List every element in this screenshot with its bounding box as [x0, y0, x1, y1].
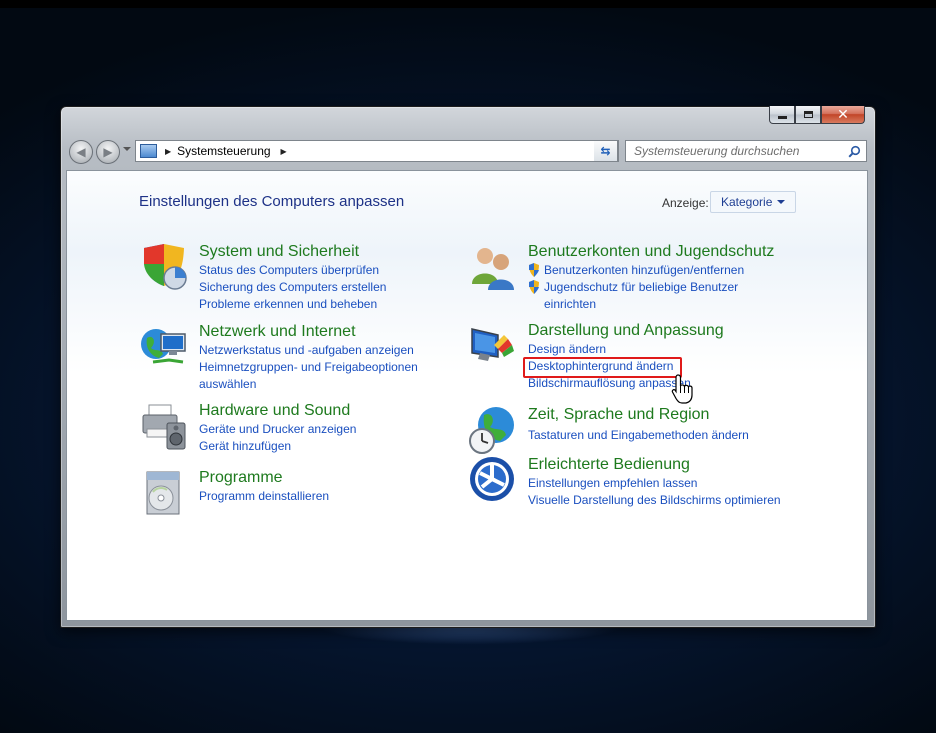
uac-shield-icon [529, 280, 539, 294]
link-heimnetzgruppen[interactable]: Heimnetzgruppen- und Freigabeoptionen [199, 359, 459, 376]
program-disc-icon[interactable] [139, 468, 189, 518]
category-body: Benutzerkonten und Jugendschutz Benutzer… [528, 242, 788, 313]
content-pane: Einstellungen des Computers anpassen Anz… [66, 170, 868, 621]
refresh-icon: ⇆ [600, 144, 611, 158]
uac-shield-icon [529, 263, 539, 277]
link-jugendschutz-cont[interactable]: einrichten [528, 296, 788, 313]
link-label: Benutzerkonten hinzufügen/entfernen [544, 263, 745, 277]
link-benutzerkonten-verwalten[interactable]: Benutzerkonten hinzufügen/entfernen [528, 262, 788, 279]
close-icon: ✕ [837, 106, 849, 123]
ease-of-access-icon[interactable] [468, 455, 518, 505]
category-title[interactable]: Programme [199, 468, 459, 488]
search-box[interactable] [625, 140, 867, 162]
category-body: System und Sicherheit Status des Compute… [199, 242, 459, 313]
users-icon[interactable] [468, 242, 518, 292]
link-desktophintergrund-aendern[interactable]: Desktophintergrund ändern [528, 358, 788, 375]
address-bar[interactable]: ▶ Systemsteuerung ▶ [135, 140, 619, 162]
view-mode-dropdown[interactable]: Kategorie [710, 191, 796, 213]
caption-buttons: ✕ [769, 106, 865, 124]
category-body: Hardware und Sound Geräte und Drucker an… [199, 401, 459, 455]
link-visuelle-darstellung[interactable]: Visuelle Darstellung des Bildschirms opt… [528, 492, 788, 509]
link-jugendschutz[interactable]: Jugendschutz für beliebige Benutzer [528, 279, 788, 296]
link-netzwerkstatus[interactable]: Netzwerkstatus und -aufgaben anzeigen [199, 342, 459, 359]
globe-clock-icon[interactable] [468, 405, 518, 455]
category-title[interactable]: Zeit, Sprache und Region [528, 405, 788, 425]
category-title[interactable]: System und Sicherheit [199, 242, 459, 262]
link-geraet-hinzufuegen[interactable]: Gerät hinzufügen [199, 438, 459, 455]
control-panel-window: ✕ ◀ ▶ ▶ Systemsteuerung ▶ ⇆ Einstellunge… [60, 106, 876, 628]
display-palette-icon[interactable] [468, 321, 518, 371]
breadcrumb-systemsteuerung[interactable]: Systemsteuerung [177, 144, 270, 158]
category-title[interactable]: Darstellung und Anpassung [528, 321, 788, 341]
printer-speaker-icon[interactable] [139, 401, 189, 451]
maximize-icon [803, 111, 813, 118]
view-mode-value: Kategorie [721, 195, 773, 209]
category-body: Erleichterte Bedienung Einstellungen emp… [528, 455, 788, 509]
control-panel-icon [140, 144, 157, 158]
breadcrumb-chevron-icon[interactable]: ▶ [281, 147, 287, 156]
link-heimnetzgruppen-cont[interactable]: auswählen [199, 376, 459, 393]
category-title[interactable]: Erleichterte Bedienung [528, 455, 788, 475]
maximize-button[interactable] [795, 106, 821, 124]
category-body: Zeit, Sprache und Region Tastaturen und … [528, 405, 788, 444]
arrow-left-icon: ◀ [76, 145, 86, 159]
link-einstellungen-empfehlen[interactable]: Einstellungen empfehlen lassen [528, 475, 788, 492]
link-programm-deinstallieren[interactable]: Programm deinstallieren [199, 488, 459, 505]
close-button[interactable]: ✕ [821, 106, 865, 124]
screen-top-band [0, 0, 936, 8]
search-icon[interactable] [848, 145, 861, 158]
link-label: Jugendschutz für beliebige Benutzer [544, 280, 739, 294]
dropdown-arrow-icon [777, 200, 785, 204]
category-body: Netzwerk und Internet Netzwerkstatus und… [199, 322, 459, 393]
category-title[interactable]: Benutzerkonten und Jugendschutz [528, 242, 788, 262]
search-input[interactable] [634, 144, 834, 158]
category-title[interactable]: Netzwerk und Internet [199, 322, 459, 342]
refresh-button[interactable]: ⇆ [594, 140, 618, 162]
link-probleme-beheben[interactable]: Probleme erkennen und beheben [199, 296, 459, 313]
minimize-button[interactable] [769, 106, 795, 124]
minimize-icon [777, 116, 787, 119]
view-label: Anzeige: [662, 196, 709, 210]
link-tastaturen-eingabemethoden[interactable]: Tastaturen und Eingabemethoden ändern [528, 427, 788, 444]
forward-button[interactable]: ▶ [96, 140, 120, 164]
recent-pages-dropdown[interactable] [123, 147, 131, 151]
arrow-right-icon: ▶ [103, 145, 113, 159]
category-title[interactable]: Hardware und Sound [199, 401, 459, 421]
breadcrumb-chevron-icon[interactable]: ▶ [165, 147, 171, 156]
link-sicherung-erstellen[interactable]: Sicherung des Computers erstellen [199, 279, 459, 296]
link-status-pruefen[interactable]: Status des Computers überprüfen [199, 262, 459, 279]
network-globe-icon[interactable] [139, 322, 189, 372]
link-design-aendern[interactable]: Design ändern [528, 341, 788, 358]
hand-cursor-icon [671, 374, 693, 404]
link-bildschirmaufloesung[interactable]: Bildschirmauflösung anpassen [528, 375, 788, 392]
category-body: Programme Programm deinstallieren [199, 468, 459, 505]
back-button[interactable]: ◀ [69, 140, 93, 164]
page-title: Einstellungen des Computers anpassen [139, 193, 405, 210]
shield-icon[interactable] [139, 242, 189, 292]
category-body: Darstellung und Anpassung Design ändern … [528, 321, 788, 392]
link-geraete-drucker[interactable]: Geräte und Drucker anzeigen [199, 421, 459, 438]
